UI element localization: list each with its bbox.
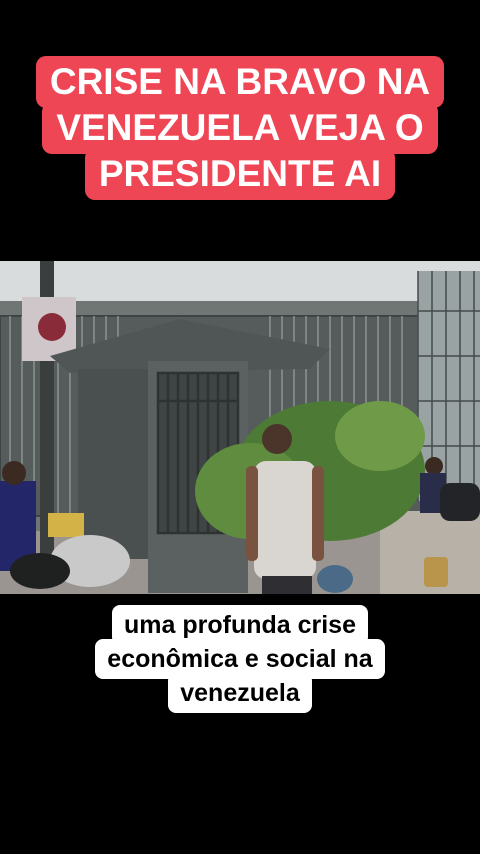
headline-line-1: CRISE NA BRAVO NA <box>35 56 445 108</box>
street-scene-image <box>0 261 480 594</box>
subtitle-line-3: venezuela <box>168 673 312 713</box>
headline-line-2: VENEZUELA VEJA O <box>42 102 438 154</box>
headline-line-3: PRESIDENTE AI <box>84 148 396 200</box>
subtitle-caption: uma profunda crise econômica e social na… <box>0 605 480 713</box>
headline-caption: CRISE NA BRAVO NA VENEZUELA VEJA O PRESI… <box>0 56 480 200</box>
video-frame[interactable] <box>0 261 480 594</box>
